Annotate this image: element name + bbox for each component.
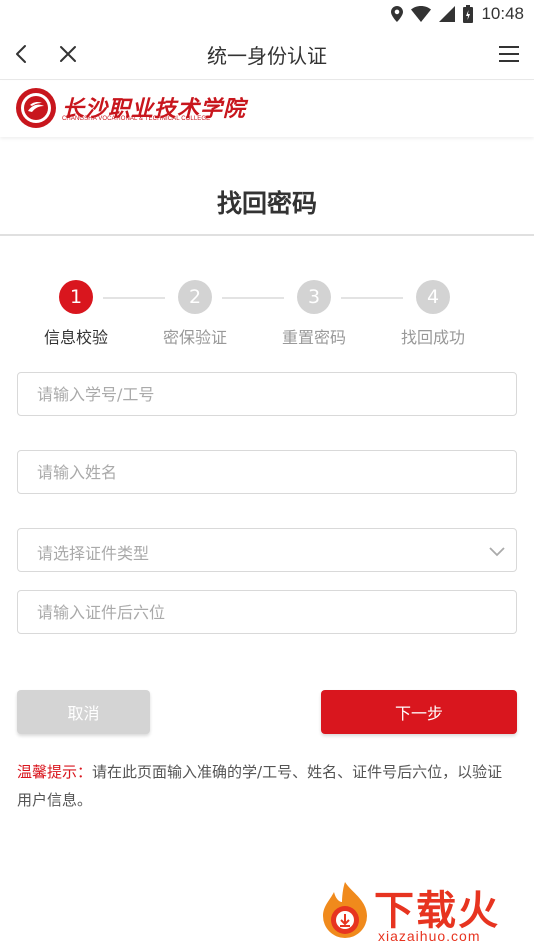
location-icon <box>391 6 404 22</box>
status-icons: 10:48 <box>391 4 524 24</box>
status-bar: 10:48 <box>0 0 534 28</box>
id-type-placeholder: 请选择证件类型 <box>37 544 150 563</box>
step-security-check: 2 密保验证 <box>150 280 240 348</box>
battery-icon <box>463 5 474 23</box>
step-label: 找回成功 <box>400 328 465 347</box>
step-number: 1 <box>59 280 93 314</box>
name-input[interactable] <box>18 451 516 493</box>
student-id-input[interactable] <box>18 373 516 415</box>
tip-label: 温馨提示： <box>17 763 93 781</box>
status-time: 10:48 <box>481 4 524 23</box>
step-number: 3 <box>297 280 331 314</box>
step-number: 2 <box>178 280 212 314</box>
id-last6-input[interactable] <box>18 591 516 633</box>
watermark-url: xiazaihuo.com <box>378 928 481 944</box>
next-step-button[interactable]: 下一步 <box>321 690 517 734</box>
flame-logo-icon <box>323 882 367 938</box>
id-last6-field-wrapper <box>17 590 517 634</box>
watermark: 下载火 xiazaihuo.com <box>314 878 528 946</box>
page-title: 找回密码 <box>216 189 317 218</box>
step-label: 密保验证 <box>162 328 227 347</box>
step-info-check: 1 信息校验 <box>31 280 121 348</box>
college-name-en: CHANGSHA VOCATIONAL & TECHNICAL COLLEGE <box>62 116 211 122</box>
college-header: 长沙职业技术学院 CHANGSHA VOCATIONAL & TECHNICAL… <box>0 81 534 137</box>
college-emblem-icon <box>16 88 56 128</box>
heading-divider <box>0 234 534 236</box>
nav-bar: 统一身份认证 <box>0 28 534 80</box>
wifi-icon <box>411 6 432 22</box>
step-label: 重置密码 <box>281 328 346 347</box>
step-success: 4 找回成功 <box>388 280 478 348</box>
nav-title: 统一身份认证 <box>207 44 327 68</box>
student-id-field-wrapper <box>17 372 517 416</box>
menu-icon[interactable] <box>498 44 520 64</box>
tip-text: 温馨提示：请在此页面输入准确的学/工号、姓名、证件号后六位，以验证用户信息。 <box>17 758 517 814</box>
step-label: 信息校验 <box>43 328 108 347</box>
progress-steps: 1 信息校验 2 密保验证 3 重置密码 4 找回成功 <box>0 280 534 350</box>
signal-icon <box>439 6 456 22</box>
step-reset-password: 3 重置密码 <box>269 280 359 348</box>
name-field-wrapper <box>17 450 517 494</box>
cancel-button[interactable]: 取消 <box>17 690 150 734</box>
step-number: 4 <box>416 280 450 314</box>
chevron-down-icon <box>489 547 505 557</box>
id-type-select[interactable]: 请选择证件类型 <box>17 528 517 572</box>
